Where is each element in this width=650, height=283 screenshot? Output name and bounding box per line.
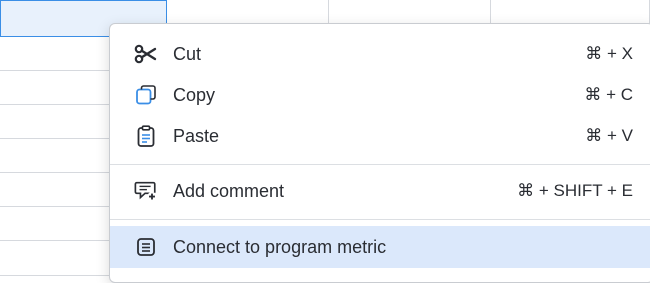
grid-cell[interactable]: [0, 139, 110, 173]
menu-divider: [110, 164, 650, 165]
grid-cell[interactable]: [0, 173, 110, 207]
menu-item-label: Copy: [173, 84, 216, 105]
menu-item-label: Connect to program metric: [173, 236, 387, 257]
grid-cell[interactable]: [491, 0, 650, 25]
grid-cell[interactable]: [167, 0, 329, 25]
copy-icon: [134, 83, 158, 107]
menu-item-label: Paste: [173, 125, 220, 146]
menu-item-cut[interactable]: Cut ⌘ + X: [110, 34, 650, 74]
grid-cell[interactable]: [0, 207, 110, 241]
shortcut-label: ⌘ + X: [585, 44, 633, 63]
shortcut-label: ⌘ + V: [585, 126, 633, 145]
menu-item-paste[interactable]: Paste ⌘ + V: [110, 116, 650, 156]
clipboard-icon: [134, 124, 158, 148]
menu-divider: [110, 219, 650, 220]
shortcut-label: ⌘ + C: [584, 85, 633, 104]
add-comment-icon: [134, 179, 158, 203]
grid-cell[interactable]: [0, 71, 110, 105]
grid-cell[interactable]: [0, 105, 110, 139]
grid-cell[interactable]: [0, 37, 110, 71]
scissors-icon: [134, 42, 158, 66]
menu-item-label: Add comment: [173, 180, 285, 201]
menu-item-label: Cut: [173, 43, 202, 64]
grid-cell[interactable]: [329, 0, 491, 25]
shortcut-label: ⌘ + SHIFT + E: [517, 181, 633, 200]
menu-item-copy[interactable]: Copy ⌘ + C: [110, 75, 650, 115]
grid-cell[interactable]: [0, 241, 110, 276]
context-menu: Cut ⌘ + X Copy ⌘ + C Paste ⌘ + V Add com…: [109, 23, 650, 283]
document-icon: [134, 235, 158, 259]
menu-item-connect-metric[interactable]: Connect to program metric: [110, 226, 650, 268]
menu-item-add-comment[interactable]: Add comment ⌘ + SHIFT + E: [110, 171, 650, 211]
